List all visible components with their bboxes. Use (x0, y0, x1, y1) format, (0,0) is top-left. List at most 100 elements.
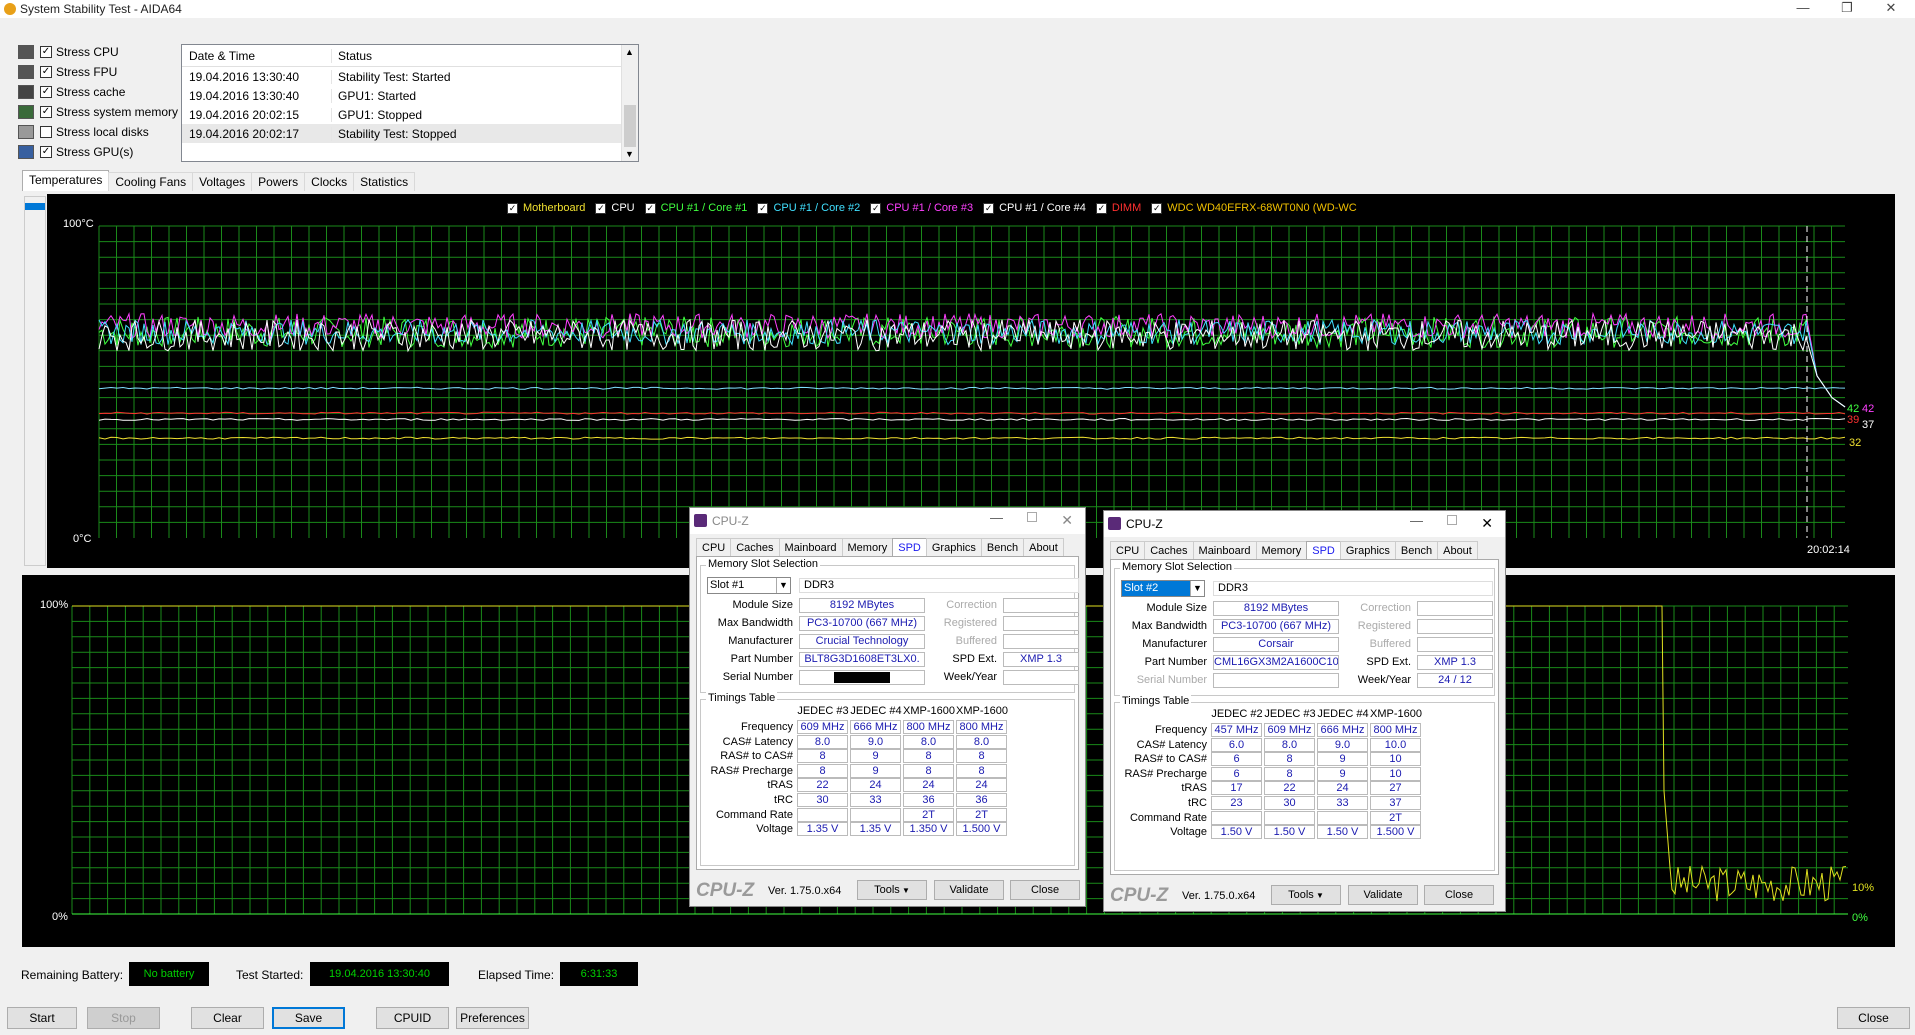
tab-voltages[interactable]: Voltages (192, 172, 253, 191)
timing-row-label: RAS# Precharge (1124, 767, 1207, 780)
timing-cell: 1.500 V (1370, 825, 1421, 840)
cpuz-tab-caches[interactable]: Caches (730, 538, 780, 556)
log-scrollbar[interactable]: ▲ ▼ (621, 45, 638, 161)
cpuz-tab-bench[interactable]: Bench (980, 538, 1025, 556)
cpuz-tab-cpu[interactable]: CPU (1110, 541, 1146, 559)
cpuz-tab-graphics[interactable]: Graphics (925, 538, 982, 556)
slot-select[interactable]: Slot #1 ▼ (707, 577, 791, 594)
stress-checkbox[interactable]: ✓ (40, 86, 52, 98)
tab-powers[interactable]: Powers (251, 172, 306, 191)
tab-cooling-fans[interactable]: Cooling Fans (108, 172, 194, 191)
scroll-up-icon[interactable]: ▲ (625, 47, 634, 57)
cpuid-button[interactable]: CPUID (376, 1007, 449, 1029)
slot-select[interactable]: Slot #2 ▼ (1121, 580, 1205, 597)
tab-temperatures[interactable]: Temperatures (22, 170, 110, 191)
minimize-button[interactable]: — (1780, 0, 1826, 18)
test-started-label: Test Started: (236, 968, 304, 982)
tools-button[interactable]: Tools ▼ (1271, 885, 1341, 905)
timing-cell: 800 MHz (903, 720, 954, 734)
timing-cell: 609 MHz (797, 720, 848, 734)
timing-cell: 22 (797, 778, 848, 793)
chevron-down-icon[interactable]: ▼ (900, 886, 910, 895)
cpuz-maximize-icon[interactable] (1027, 512, 1037, 522)
cpuz-titlebar[interactable]: CPU-Z — ✕ (690, 508, 1085, 534)
stress-checkbox[interactable]: ✓ (40, 46, 52, 58)
cpuz-minimize-icon[interactable]: — (1410, 513, 1423, 528)
stress-option-1[interactable]: ✓ Stress FPU (18, 62, 117, 82)
stress-option-3[interactable]: ✓ Stress system memory (18, 102, 178, 122)
stress-checkbox[interactable]: ✓ (40, 146, 52, 158)
cpuz-tab-memory[interactable]: Memory (1255, 541, 1308, 559)
timing-row-label: tRAS (1181, 782, 1207, 795)
cpuz-minimize-icon[interactable]: — (990, 510, 1003, 525)
close-button[interactable]: Close (1837, 1007, 1910, 1029)
cpuz-maximize-icon[interactable] (1447, 515, 1457, 525)
cpuz-close-icon[interactable]: ✕ (1061, 512, 1073, 529)
correction-value (1003, 598, 1079, 613)
restore-button[interactable]: ❐ (1824, 0, 1870, 18)
cpuz-tab-about[interactable]: About (1437, 541, 1478, 559)
cpuz-tab-spd[interactable]: SPD (1306, 541, 1341, 559)
log-date: 19.04.2016 13:30:40 (182, 88, 332, 103)
timing-cell: 8.0 (1264, 737, 1315, 752)
timings-group: Timings Table JEDEC #2 JEDEC #3 JEDEC #4 XMP… (1114, 695, 1495, 871)
scroll-down-icon[interactable]: ▼ (625, 149, 634, 159)
stress-checkbox[interactable]: ✓ (40, 66, 52, 78)
stress-option-2[interactable]: ✓ Stress cache (18, 82, 125, 102)
log-row[interactable]: 19.04.2016 13:30:40 GPU1: Started (182, 86, 638, 105)
correction-label: Correction (946, 599, 997, 611)
log-header-date[interactable]: Date & Time (182, 48, 332, 63)
log-row[interactable]: 19.04.2016 20:02:15 GPU1: Stopped (182, 105, 638, 124)
cpuz-tab-caches[interactable]: Caches (1144, 541, 1194, 559)
preferences-button[interactable]: Preferences (456, 1007, 529, 1029)
cpuz-tab-graphics[interactable]: Graphics (1339, 541, 1396, 559)
cpuz-titlebar[interactable]: CPU-Z — ✕ (1104, 511, 1505, 537)
timing-column-header: XMP-1600 (956, 705, 1008, 717)
log-row[interactable]: 19.04.2016 20:02:17 Stability Test: Stopp… (182, 124, 638, 143)
graph-side-scroll[interactable] (24, 196, 46, 566)
window-close-button[interactable]: ✕ (1868, 0, 1914, 18)
fpu-icon (18, 65, 34, 79)
scroll-thumb[interactable] (624, 105, 636, 147)
validate-button[interactable]: Validate (934, 880, 1004, 900)
stress-option-0[interactable]: ✓ Stress CPU (18, 42, 119, 62)
max-bandwidth-label: Max Bandwidth (717, 617, 793, 629)
stress-option-4[interactable]: Stress local disks (18, 122, 149, 142)
tab-statistics[interactable]: Statistics (353, 172, 416, 191)
log-header-status[interactable]: Status (332, 49, 372, 63)
hdd-line (98, 436, 1846, 440)
chevron-down-icon[interactable]: ▼ (1314, 891, 1324, 900)
save-button[interactable]: Save (272, 1007, 345, 1029)
battery-value: No battery (129, 962, 209, 986)
cpuz-tab-mainboard[interactable]: Mainboard (778, 538, 843, 556)
cpuz-tab-memory[interactable]: Memory (841, 538, 894, 556)
timing-cell: 24 (1317, 781, 1368, 796)
timing-cell: 8 (903, 763, 954, 778)
start-button[interactable]: Start (7, 1007, 77, 1029)
stress-checkbox[interactable]: ✓ (40, 106, 52, 118)
cpuz-tab-bench[interactable]: Bench (1394, 541, 1439, 559)
cpuz-close-icon[interactable]: ✕ (1481, 515, 1493, 532)
validate-button[interactable]: Validate (1348, 885, 1418, 905)
timing-cell: 24 (903, 778, 954, 793)
stress-checkbox[interactable] (40, 126, 52, 138)
timing-row-label: tRC (774, 794, 793, 806)
slot-select-value: Slot #2 (1124, 582, 1159, 594)
timing-cell: 24 (850, 778, 901, 793)
clear-button[interactable]: Clear (191, 1007, 264, 1029)
tab-clocks[interactable]: Clocks (304, 172, 355, 191)
tools-button[interactable]: Tools ▼ (857, 880, 927, 900)
temp-end-value: 37 (1862, 419, 1875, 431)
cpuz-close-button[interactable]: Close (1010, 880, 1080, 900)
cpuz-tab-spd[interactable]: SPD (892, 538, 927, 556)
stop-button[interactable]: Stop (87, 1007, 160, 1029)
cpuz-tab-cpu[interactable]: CPU (696, 538, 732, 556)
chevron-down-icon[interactable]: ▼ (1190, 581, 1204, 596)
cpuz-tab-mainboard[interactable]: Mainboard (1192, 541, 1257, 559)
part-number-value: CML16GX3M2A1600C10 (1213, 655, 1339, 670)
cpuz-close-button[interactable]: Close (1424, 885, 1494, 905)
stress-option-5[interactable]: ✓ Stress GPU(s) (18, 142, 133, 162)
cpuz-tab-about[interactable]: About (1023, 538, 1064, 556)
chevron-down-icon[interactable]: ▼ (776, 578, 790, 593)
log-row[interactable]: 19.04.2016 13:30:40 Stability Test: Start… (182, 67, 638, 86)
